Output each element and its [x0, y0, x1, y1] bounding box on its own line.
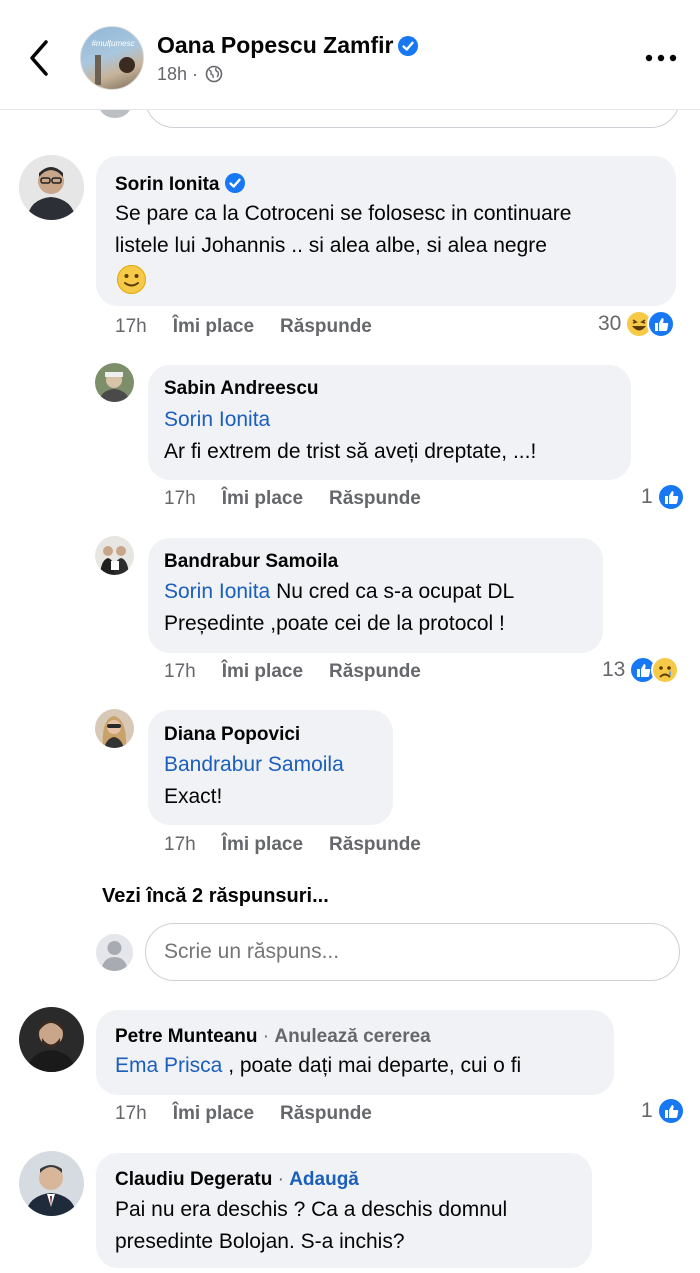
mention-link[interactable]: Sorin Ionita [164, 404, 536, 436]
sad-reaction-icon [651, 656, 680, 684]
comment-actions: 17h Îmi place Răspunde [115, 1103, 372, 1125]
add-friend-link[interactable]: Adaugă [289, 1169, 359, 1190]
comment-time[interactable]: 17h [115, 1103, 147, 1124]
page-avatar[interactable]: #mulțumesc [80, 26, 144, 90]
mention-link[interactable]: Ema Prisca [115, 1054, 222, 1077]
reply-time[interactable]: 17h [164, 834, 196, 855]
person-photo-icon [95, 363, 134, 402]
avatar-caption: #mulțumesc [91, 39, 135, 48]
person-photo-icon [95, 709, 134, 748]
avatar-claudiu-degeratu[interactable] [19, 1151, 84, 1216]
reaction-count: 30 [598, 312, 622, 335]
like-button[interactable]: Îmi place [173, 1103, 254, 1124]
reaction-count: 13 [602, 658, 626, 681]
reply-input[interactable] [145, 923, 680, 981]
person-photo-icon [19, 155, 84, 220]
person-photo-icon [19, 1151, 84, 1216]
reply-actions: 17h Îmi place Răspunde [164, 661, 421, 683]
reply-button[interactable]: Răspunde [329, 488, 421, 509]
comment-time[interactable]: 17h [115, 316, 147, 337]
reply-author[interactable]: Diana Popovici [164, 724, 300, 746]
reply-button[interactable]: Răspunde [329, 661, 421, 682]
like-button[interactable]: Îmi place [173, 316, 254, 337]
mention-link[interactable]: Bandrabur Samoila [164, 749, 344, 781]
verified-badge-icon [398, 36, 419, 56]
reaction-summary[interactable]: 1 [641, 483, 685, 511]
globe-icon [205, 65, 223, 83]
avatar-diana-popovici[interactable] [95, 709, 134, 748]
comment-author[interactable]: Sorin Ionita [115, 173, 245, 196]
comment-actions: 17h Îmi place Răspunde [115, 316, 372, 338]
reply-actions: 17h Îmi place Răspunde [164, 488, 421, 510]
like-button[interactable]: Îmi place [222, 488, 303, 509]
avatar-bandrabur-samoila[interactable] [95, 536, 134, 575]
reply-text: Sorin Ionita Nu cred ca s-a ocupat DL Pr… [164, 580, 515, 635]
verified-badge-icon [224, 173, 245, 193]
reply-button[interactable]: Răspunde [329, 834, 421, 855]
comment-text: Se pare ca la Cotroceni se folosesc in c… [115, 202, 572, 257]
avatar-sabin-andreescu[interactable] [95, 363, 134, 402]
reply-time[interactable]: 17h [164, 488, 196, 509]
default-user-icon [96, 934, 133, 971]
page-name[interactable]: Oana Popescu Zamfir [157, 32, 419, 59]
like-reaction-icon [656, 1097, 685, 1125]
reaction-summary[interactable]: 13 [602, 656, 680, 684]
page-name-text[interactable]: Oana Popescu Zamfir [157, 32, 393, 58]
reply-time[interactable]: 17h [164, 661, 196, 682]
reply-text: Sorin Ionita Ar fi extrem de trist să av… [164, 404, 536, 468]
reaction-summary[interactable]: 30 [598, 310, 676, 338]
mention-link[interactable]: Sorin Ionita [164, 580, 270, 603]
reaction-count: 1 [641, 485, 653, 508]
reaction-summary[interactable]: 1 [641, 1097, 685, 1125]
reply-author[interactable]: Bandrabur Samoila [164, 551, 338, 573]
reply-actions: 17h Îmi place Răspunde [164, 834, 421, 856]
reply-text: Bandrabur Samoila Exact! [164, 749, 344, 813]
reply-author[interactable]: Sabin Andreescu [164, 378, 319, 400]
current-user-avatar [96, 934, 133, 971]
like-button[interactable]: Îmi place [222, 661, 303, 682]
avatar-sorin-ionita[interactable] [19, 155, 84, 220]
comment-author: Petre Munteanu · Anulează cererea [115, 1026, 431, 1047]
comment-author: Claudiu Degeratu · Adaugă [115, 1169, 359, 1190]
more-options-icon[interactable] [643, 50, 679, 66]
comment-text: Pai nu era deschis ? Ca a deschis domnul… [115, 1198, 508, 1253]
view-more-replies[interactable]: Vezi încă 2 răspunsuri... [102, 885, 329, 908]
back-arrow-icon[interactable] [22, 36, 58, 80]
reaction-count: 1 [641, 1099, 653, 1122]
post-header: #mulțumesc Oana Popescu Zamfir 18h · [0, 0, 700, 110]
like-reaction-icon [656, 483, 685, 511]
comment-text: Ema Prisca , poate dați mai departe, cui… [115, 1054, 522, 1077]
like-button[interactable]: Îmi place [222, 834, 303, 855]
avatar-petre-munteanu[interactable] [19, 1007, 84, 1072]
cancel-request-link[interactable]: Anulează cererea [274, 1026, 430, 1047]
post-time[interactable]: 18h [157, 64, 187, 84]
slightly-smiling-emoji-icon [117, 265, 146, 294]
person-photo-icon [19, 1007, 84, 1072]
like-reaction-icon [647, 310, 676, 338]
post-meta: 18h · [157, 64, 223, 85]
person-photo-icon [95, 536, 134, 575]
reply-button[interactable]: Răspunde [280, 316, 372, 337]
reply-button[interactable]: Răspunde [280, 1103, 372, 1124]
